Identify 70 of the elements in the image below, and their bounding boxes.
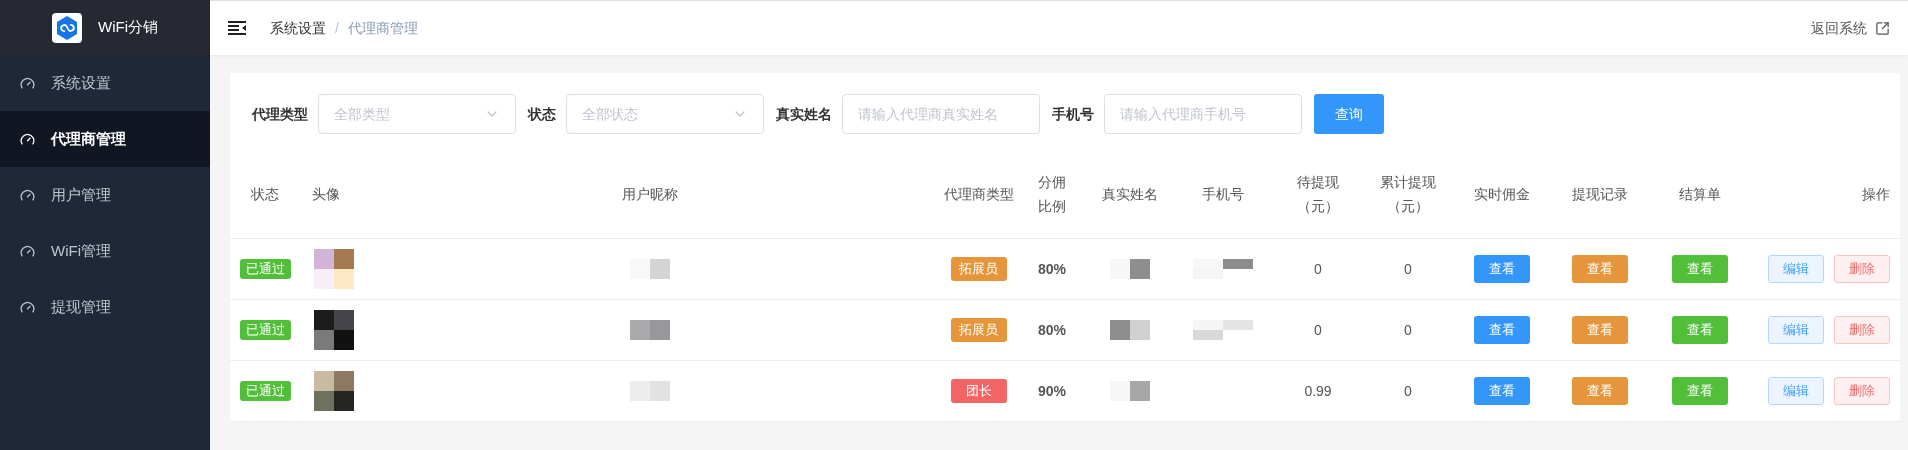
- sidebar-item[interactable]: 用户管理: [0, 167, 210, 223]
- gauge-icon: [20, 299, 35, 315]
- view-button[interactable]: 查看: [1473, 255, 1530, 283]
- table-cell-text: 0: [1404, 259, 1412, 279]
- filter-label: 状态: [528, 104, 556, 124]
- column-header: 结算单: [1679, 184, 1721, 204]
- table-cell-text: 0: [1404, 381, 1412, 401]
- view-button[interactable]: 查看: [1672, 255, 1728, 283]
- view-button[interactable]: 查看: [1473, 316, 1530, 344]
- edit-button[interactable]: 编辑: [1768, 377, 1824, 405]
- search-button[interactable]: 查询: [1314, 94, 1384, 134]
- agent-type-tag: 拓展员: [950, 318, 1007, 342]
- table-cell-text: 0: [1314, 320, 1322, 340]
- sidebar-item[interactable]: WiFi管理: [0, 223, 210, 279]
- back-link[interactable]: 返回系统: [1811, 17, 1867, 39]
- input-field[interactable]: 请输入代理商手机号: [1104, 94, 1302, 134]
- agent-type-tag: 团长: [950, 379, 1007, 403]
- breadcrumb-item: 代理商管理: [347, 18, 418, 38]
- filter-label: 真实姓名: [776, 104, 832, 124]
- agent-type-tag: 拓展员: [950, 257, 1007, 281]
- sidebar-item[interactable]: 系统设置: [0, 55, 210, 111]
- view-button[interactable]: 查看: [1672, 377, 1728, 405]
- table-cell-text: 0: [1404, 320, 1412, 340]
- view-button[interactable]: 查看: [1572, 316, 1628, 344]
- edit-button[interactable]: 编辑: [1768, 255, 1824, 283]
- view-button[interactable]: 查看: [1572, 255, 1628, 283]
- menu-fold-icon[interactable]: [228, 21, 246, 35]
- view-button[interactable]: 查看: [1473, 377, 1530, 405]
- sidebar-item[interactable]: 提现管理: [0, 279, 210, 335]
- sidebar-item[interactable]: 代理商管理: [0, 111, 210, 167]
- gauge-icon: [20, 187, 35, 203]
- table-cell-text: 0: [1314, 259, 1322, 279]
- column-header: 累计提现（元）: [1379, 172, 1437, 216]
- edit-button[interactable]: 编辑: [1768, 316, 1824, 344]
- gauge-icon: [20, 75, 35, 91]
- view-button[interactable]: 查看: [1572, 377, 1628, 405]
- column-header: 用户昵称: [622, 184, 678, 204]
- column-header: 头像: [312, 184, 340, 204]
- delete-button[interactable]: 删除: [1834, 255, 1890, 283]
- delete-button[interactable]: 删除: [1834, 377, 1890, 405]
- table-cell-text: 80%: [1038, 320, 1066, 340]
- column-header: 操作: [1862, 184, 1890, 204]
- brand-name: WiFi分销: [98, 17, 158, 38]
- table-cell-text: 80%: [1038, 259, 1066, 279]
- table-cell-text: 90%: [1038, 381, 1066, 401]
- column-header: 真实姓名: [1102, 184, 1158, 204]
- select-field[interactable]: 全部状态: [566, 94, 764, 134]
- gauge-icon: [20, 131, 35, 147]
- column-header: 手机号: [1202, 184, 1244, 204]
- status-tag: 已通过: [239, 259, 291, 279]
- logo-icon: [52, 12, 82, 43]
- filter-label: 代理类型: [252, 104, 308, 124]
- gauge-icon: [20, 243, 35, 259]
- breadcrumb-item[interactable]: 系统设置: [270, 17, 326, 39]
- column-header: 待提现（元）: [1296, 172, 1340, 216]
- column-header: 分佣比例: [1037, 172, 1067, 216]
- view-button[interactable]: 查看: [1672, 316, 1728, 344]
- column-header: 状态: [251, 184, 279, 204]
- table-cell-text: 0.99: [1304, 381, 1332, 401]
- input-field[interactable]: 请输入代理商真实姓名: [842, 94, 1040, 134]
- column-header: 提现记录: [1572, 184, 1628, 204]
- breadcrumb-separator: /: [335, 18, 339, 38]
- status-tag: 已通过: [239, 381, 291, 401]
- external-link-icon[interactable]: [1875, 20, 1890, 36]
- column-header: 代理商类型: [943, 184, 1014, 204]
- select-field[interactable]: 全部类型: [318, 94, 516, 134]
- status-tag: 已通过: [239, 320, 291, 340]
- delete-button[interactable]: 删除: [1834, 316, 1890, 344]
- filter-label: 手机号: [1052, 104, 1094, 124]
- column-header: 实时佣金: [1473, 184, 1530, 204]
